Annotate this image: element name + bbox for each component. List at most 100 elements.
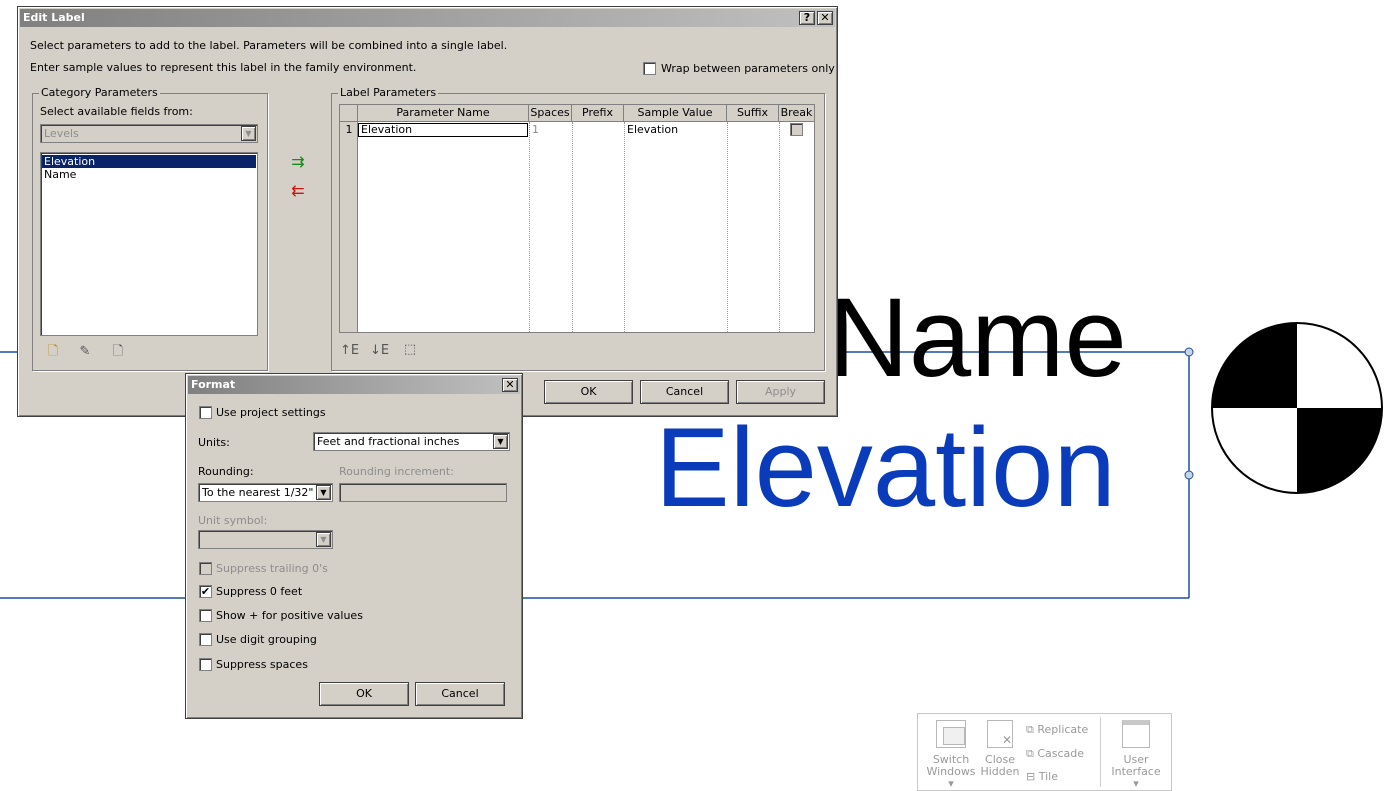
- suppress-trailing-label: Suppress trailing 0's: [216, 562, 328, 575]
- level-head-symbol-icon: [1211, 322, 1383, 494]
- show-plus-checkbox[interactable]: [199, 609, 212, 622]
- help-button[interactable]: ?: [799, 11, 815, 25]
- close-icon[interactable]: ✕: [502, 378, 518, 392]
- column-divider: [529, 122, 530, 332]
- row-header-strip: [340, 122, 358, 332]
- add-parameter-arrow-icon[interactable]: ⇉: [289, 153, 307, 171]
- format-parameter-icon[interactable]: ⬚: [401, 341, 419, 359]
- chevron-down-icon[interactable]: ▼: [493, 434, 508, 449]
- canvas-name-label: Name: [828, 275, 1127, 400]
- column-header[interactable]: Suffix: [727, 105, 779, 122]
- list-item-name[interactable]: Name: [42, 168, 256, 181]
- close-hidden-label-2: Hidden: [980, 765, 1020, 778]
- cancel-button[interactable]: Cancel: [640, 380, 729, 404]
- category-dropdown[interactable]: Levels ▼: [40, 124, 258, 143]
- use-project-settings-checkbox[interactable]: [199, 406, 212, 419]
- ribbon-divider: [1100, 717, 1101, 787]
- format-ok-button[interactable]: OK: [319, 682, 409, 706]
- wrap-checkbox[interactable]: [643, 62, 656, 75]
- close-hidden-icon: ✕: [987, 720, 1013, 748]
- format-title: Format: [191, 378, 236, 391]
- tile-icon: ⊟: [1026, 770, 1036, 783]
- suppress-spaces-label: Suppress spaces: [216, 658, 308, 671]
- column-divider: [572, 122, 573, 332]
- category-value: Levels: [44, 127, 79, 140]
- replicate-icon: ⧉: [1026, 723, 1034, 736]
- unit-symbol-label: Unit symbol:: [198, 514, 268, 527]
- ok-button[interactable]: OK: [544, 380, 633, 404]
- rounding-value: To the nearest 1/32": [202, 486, 314, 499]
- switch-windows-icon: [936, 720, 966, 748]
- table-corner: [340, 105, 358, 122]
- move-up-icon[interactable]: ↑E: [340, 342, 359, 360]
- canvas-elevation-label: Elevation: [655, 405, 1116, 530]
- column-header[interactable]: Prefix: [572, 105, 624, 122]
- label-parameters-table[interactable]: Parameter Name Spaces Prefix Sample Valu…: [339, 104, 815, 333]
- fields-list[interactable]: Elevation Name: [40, 152, 258, 336]
- cascade-button[interactable]: ⧉ Cascade: [1026, 747, 1084, 761]
- rounding-increment-input[interactable]: [339, 483, 507, 502]
- edit-label-title: Edit Label: [23, 11, 85, 24]
- list-item-elevation[interactable]: Elevation: [42, 155, 256, 168]
- column-header[interactable]: Parameter Name: [358, 105, 529, 122]
- cascade-label: Cascade: [1037, 747, 1085, 760]
- edit-label-titlebar[interactable]: Edit Label ? ✕: [20, 9, 835, 27]
- unit-symbol-dropdown[interactable]: ▼: [198, 530, 333, 549]
- delete-parameter-icon[interactable]: 🗋: [109, 343, 127, 361]
- sample-value-cell[interactable]: Elevation: [625, 123, 727, 137]
- suppress-zero-feet-label: Suppress 0 feet: [216, 585, 303, 598]
- show-plus-label: Show + for positive values: [216, 609, 363, 622]
- parameter-name-cell[interactable]: Elevation: [358, 123, 528, 137]
- column-divider: [727, 122, 728, 332]
- move-down-icon[interactable]: ↓E: [370, 342, 389, 360]
- windows-ribbon-panel: Switch Windows ▾ ✕ Close Hidden ⧉ Replic…: [917, 713, 1172, 791]
- column-header[interactable]: Spaces: [529, 105, 572, 122]
- close-hidden-button[interactable]: ✕ Close Hidden: [978, 720, 1022, 778]
- new-parameter-icon[interactable]: 🗋: [44, 343, 62, 361]
- label-parameters-label: Label Parameters: [338, 86, 439, 99]
- column-header[interactable]: Sample Value: [624, 105, 727, 122]
- user-interface-icon: [1122, 720, 1150, 748]
- rounding-dropdown[interactable]: To the nearest 1/32" ▼: [198, 483, 333, 502]
- format-dialog: Format ✕ Use project settings Units: Fee…: [185, 373, 523, 719]
- tile-button[interactable]: ⊟ Tile: [1026, 770, 1058, 783]
- user-interface-label-2: Interface: [1111, 765, 1161, 778]
- spaces-cell[interactable]: 1: [530, 123, 572, 137]
- units-value: Feet and fractional inches: [317, 435, 460, 448]
- chevron-down-icon[interactable]: ▼: [316, 532, 331, 547]
- apply-button[interactable]: Apply: [736, 380, 825, 404]
- user-interface-button[interactable]: User Interface ▾: [1108, 720, 1164, 790]
- remove-parameter-arrow-icon[interactable]: ⇇: [289, 182, 307, 200]
- category-parameters-label: Category Parameters: [39, 86, 160, 99]
- column-header[interactable]: Break: [779, 105, 814, 122]
- rounding-label: Rounding:: [198, 465, 254, 478]
- edit-parameter-icon[interactable]: ✎: [76, 343, 94, 361]
- format-cancel-button[interactable]: Cancel: [415, 682, 505, 706]
- prefix-cell[interactable]: [573, 123, 624, 137]
- suppress-zero-feet-checkbox[interactable]: ✔: [199, 585, 212, 598]
- switch-windows-label-2: Windows: [926, 765, 976, 778]
- cascade-icon: ⧉: [1026, 747, 1034, 760]
- units-dropdown[interactable]: Feet and fractional inches ▼: [313, 432, 510, 451]
- units-label: Units:: [198, 436, 230, 449]
- column-divider: [624, 122, 625, 332]
- row-number: 1: [345, 123, 353, 136]
- chevron-down-icon[interactable]: ▼: [316, 485, 331, 500]
- select-fields-label: Select available fields from:: [40, 105, 193, 118]
- instruction-text-1: Select parameters to add to the label. P…: [30, 39, 508, 52]
- rounding-increment-label: Rounding increment:: [339, 465, 454, 478]
- break-checkbox[interactable]: [790, 123, 803, 136]
- suffix-cell[interactable]: [728, 123, 779, 137]
- format-titlebar[interactable]: Format ✕: [188, 376, 520, 394]
- switch-windows-button[interactable]: Switch Windows ▾: [926, 720, 976, 790]
- replicate-button[interactable]: ⧉ Replicate: [1026, 723, 1088, 737]
- replicate-label: Replicate: [1037, 723, 1089, 736]
- digit-grouping-label: Use digit grouping: [216, 633, 317, 646]
- instruction-text-2: Enter sample values to represent this la…: [30, 61, 417, 74]
- close-icon[interactable]: ✕: [817, 11, 833, 25]
- suppress-spaces-checkbox[interactable]: [199, 658, 212, 671]
- column-divider: [779, 122, 780, 332]
- digit-grouping-checkbox[interactable]: [199, 633, 212, 646]
- suppress-trailing-checkbox[interactable]: [199, 562, 212, 575]
- chevron-down-icon[interactable]: ▼: [241, 126, 256, 141]
